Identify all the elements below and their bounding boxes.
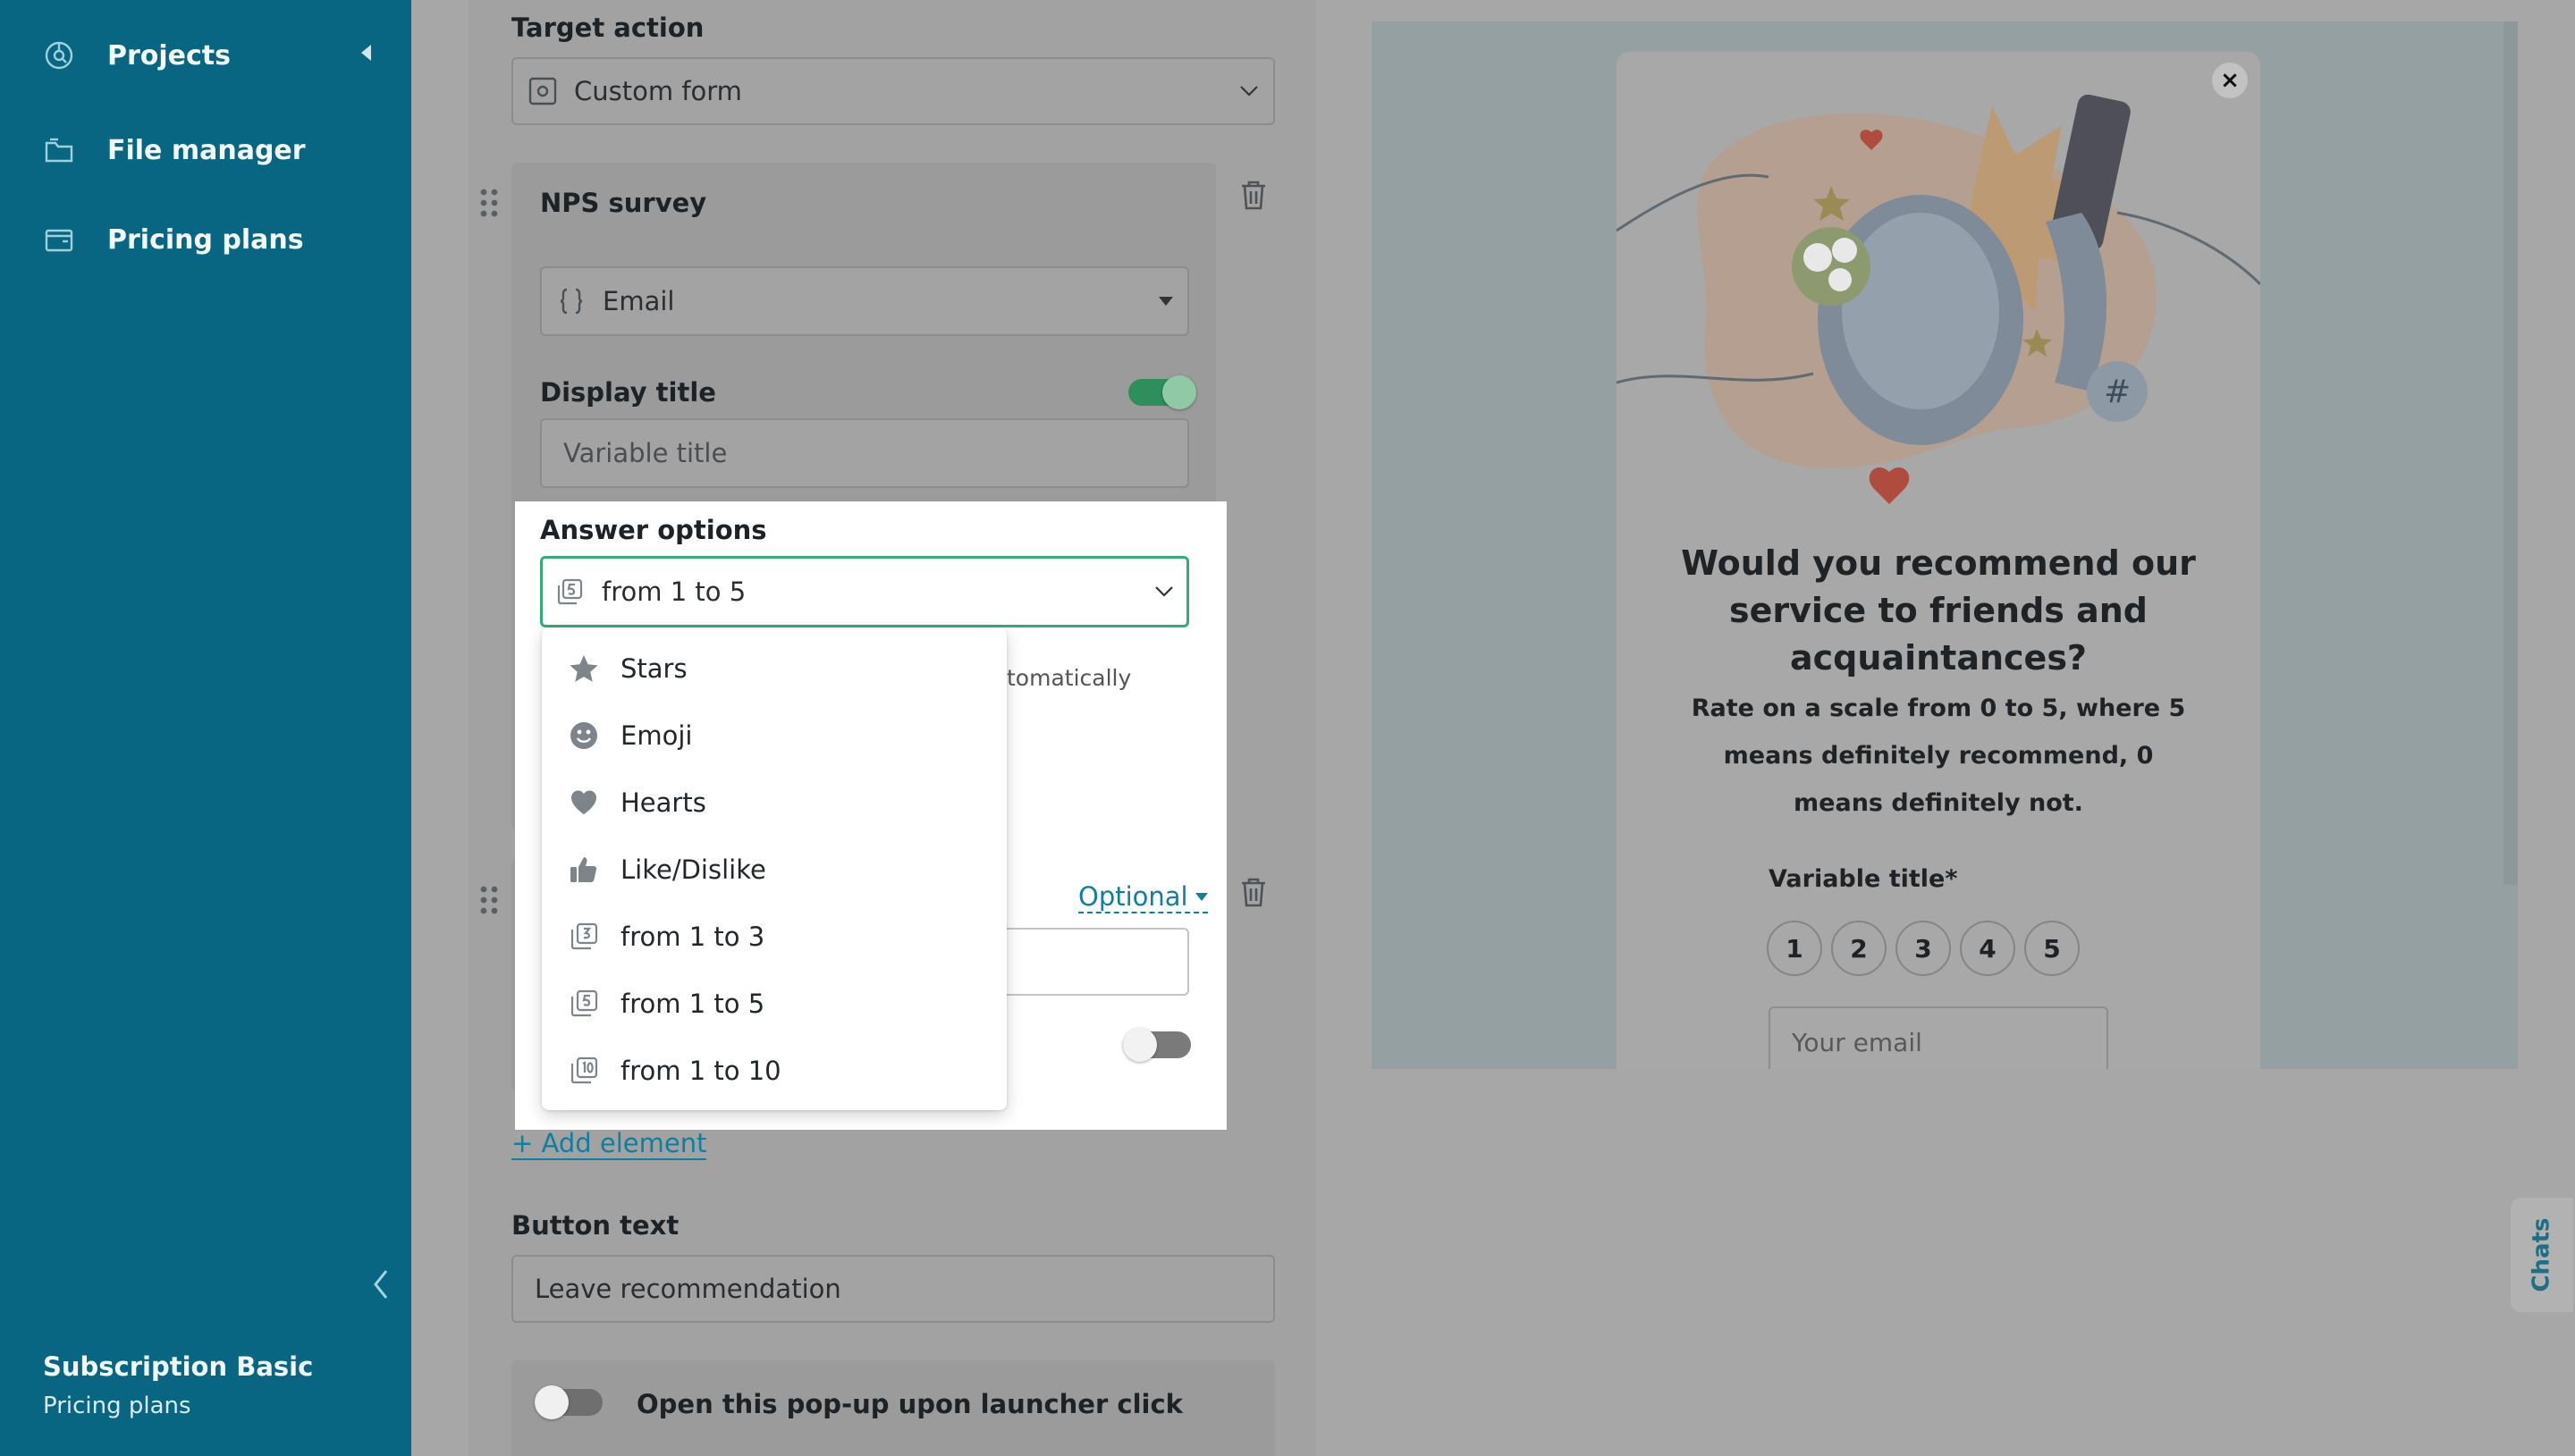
button-text-value: Leave recommendation bbox=[535, 1274, 841, 1304]
dropdown-option-stars[interactable]: Stars bbox=[542, 640, 1007, 697]
popup-field-label: Variable title* bbox=[1769, 865, 1958, 893]
dropdown-option-label: Stars bbox=[621, 653, 688, 684]
dropdown-option-from-1-to-3[interactable]: from 1 to 3 bbox=[542, 908, 1007, 965]
popup-illustration: # bbox=[1617, 94, 2260, 504]
email-placeholder: Your email bbox=[1792, 1027, 1922, 1057]
dropdown-option-hearts[interactable]: Hearts bbox=[542, 774, 1007, 831]
optional-label: Optional bbox=[1078, 881, 1188, 912]
chats-tab[interactable]: Chats bbox=[2511, 1198, 2573, 1312]
optional-dropdown[interactable]: Optional bbox=[1078, 881, 1208, 913]
svg-text:#: # bbox=[2104, 374, 2131, 410]
dropdown-option-label: from 1 to 5 bbox=[621, 989, 765, 1019]
answer-options-value: from 1 to 5 bbox=[602, 577, 747, 607]
emoji-icon bbox=[570, 722, 597, 749]
rating-option[interactable]: 3 bbox=[1895, 921, 1951, 976]
subscription-name: Subscription Basic bbox=[43, 1351, 314, 1382]
popup-title: Would you recommend our service to frien… bbox=[1681, 543, 2196, 678]
chevron-down-icon bbox=[1155, 586, 1173, 597]
chats-label: Chats bbox=[2529, 1217, 2556, 1292]
rating-option[interactable]: 4 bbox=[1960, 921, 2015, 976]
dropdown-option-label: from 1 to 10 bbox=[621, 1056, 781, 1086]
projects-collapse-arrow-icon[interactable] bbox=[361, 45, 371, 61]
trash-icon[interactable] bbox=[1239, 179, 1268, 211]
wallet-icon bbox=[45, 229, 73, 252]
rating-option[interactable]: 5 bbox=[2024, 921, 2080, 976]
hint-text-partial: tomatically bbox=[1007, 665, 1132, 691]
rating-option[interactable]: 1 bbox=[1767, 921, 1822, 976]
dropdown-option-from-1-to-10[interactable]: from 1 to 10 bbox=[542, 1042, 1007, 1099]
form-settings-icon bbox=[528, 77, 557, 105]
sidebar: Projects File manager Pricing plans Subs… bbox=[0, 0, 411, 1456]
drag-handle-icon[interactable] bbox=[479, 885, 499, 915]
dropdown-option-label: from 1 to 3 bbox=[621, 922, 765, 952]
variable-select[interactable]: Email bbox=[540, 266, 1189, 336]
number-10-icon bbox=[570, 1056, 598, 1084]
braces-icon bbox=[560, 288, 583, 315]
dropdown-option-label: Emoji bbox=[621, 720, 693, 751]
caret-down-icon bbox=[1159, 297, 1173, 306]
button-text-input[interactable]: Leave recommendation bbox=[511, 1255, 1275, 1323]
sidebar-item-pricing-plans[interactable]: Pricing plans bbox=[43, 213, 304, 266]
dropdown-option-label: Like/Dislike bbox=[621, 854, 766, 885]
chevron-down-icon bbox=[1240, 86, 1258, 97]
star-icon bbox=[570, 655, 598, 682]
popup-email-input[interactable]: Your email bbox=[1769, 1006, 2108, 1078]
answer-options-select[interactable]: from 1 to 5 bbox=[540, 556, 1189, 627]
rating-option[interactable]: 2 bbox=[1831, 921, 1887, 976]
variable-value: Email bbox=[603, 286, 675, 316]
toggle-knob bbox=[535, 1385, 569, 1419]
popup-subtitle: Rate on a scale from 0 to 5, where 5 mea… bbox=[1691, 694, 2186, 817]
dropdown-option-from-1-to-5[interactable]: from 1 to 5 bbox=[542, 975, 1007, 1032]
display-title-label: Display title bbox=[540, 377, 716, 408]
answer-options-label: Answer options bbox=[540, 515, 767, 545]
projects-icon bbox=[45, 41, 73, 70]
dropdown-option-like-dislike[interactable]: Like/Dislike bbox=[542, 841, 1007, 898]
pricing-plans-link[interactable]: Pricing plans bbox=[43, 1393, 191, 1419]
nps-survey-title: NPS survey bbox=[540, 188, 707, 218]
toggle-knob bbox=[1123, 1028, 1157, 1062]
sidebar-item-label: Pricing plans bbox=[107, 223, 304, 256]
thumbs-up-icon bbox=[570, 857, 597, 882]
dropdown-option-label: Hearts bbox=[621, 787, 706, 818]
add-element-link[interactable]: + Add element bbox=[511, 1128, 707, 1160]
popup-close-button[interactable]: × bbox=[2212, 63, 2248, 98]
drag-handle-icon[interactable] bbox=[479, 188, 499, 218]
preview-background bbox=[1316, 1069, 2575, 1456]
trash-icon[interactable] bbox=[1239, 876, 1268, 908]
number-3-icon bbox=[570, 922, 598, 950]
required-toggle[interactable] bbox=[1123, 1028, 1191, 1062]
sidebar-item-file-manager[interactable]: File manager bbox=[43, 123, 306, 177]
sidebar-item-projects[interactable]: Projects bbox=[43, 29, 231, 82]
toggle-knob bbox=[1162, 375, 1196, 409]
display-title-toggle[interactable] bbox=[1128, 375, 1196, 409]
variable-title-placeholder: Variable title bbox=[563, 438, 728, 468]
collapse-sidebar-icon[interactable] bbox=[370, 1267, 392, 1301]
caret-down-icon bbox=[1195, 892, 1208, 901]
sidebar-item-label: File manager bbox=[107, 134, 306, 166]
target-action-select[interactable]: Custom form bbox=[511, 57, 1275, 125]
dropdown-option-emoji[interactable]: Emoji bbox=[542, 707, 1007, 764]
variable-title-input[interactable]: Variable title bbox=[540, 418, 1189, 488]
button-text-label: Button text bbox=[511, 1210, 680, 1241]
placeholder-input[interactable] bbox=[984, 928, 1189, 996]
launcher-label: Open this pop-up upon launcher click bbox=[637, 1389, 1183, 1419]
preview-scrollbar[interactable] bbox=[2503, 21, 2518, 885]
sidebar-item-label: Projects bbox=[107, 39, 232, 72]
target-action-label: Target action bbox=[511, 13, 705, 43]
answer-options-dropdown: Stars Emoji Hearts Like/Dislike from 1 t… bbox=[542, 627, 1007, 1110]
number-5-icon bbox=[557, 578, 583, 605]
number-5-icon bbox=[570, 989, 598, 1017]
folder-icon bbox=[45, 138, 73, 163]
launcher-toggle[interactable] bbox=[535, 1385, 603, 1419]
heart-icon bbox=[571, 790, 596, 814]
target-action-value: Custom form bbox=[574, 76, 742, 106]
